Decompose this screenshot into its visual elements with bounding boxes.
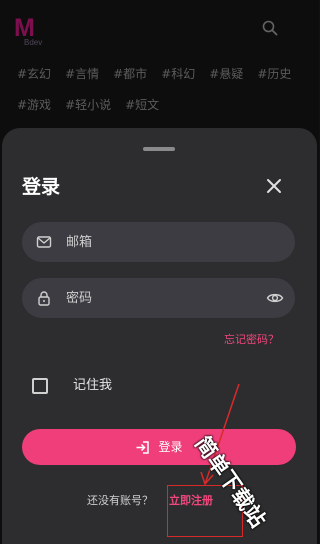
remember-me-label: 记住我	[73, 378, 113, 393]
remember-me: 记住我	[32, 378, 112, 394]
login-title: 登录	[22, 176, 61, 198]
login-arrow-icon	[136, 440, 150, 454]
login-sheet: 登录 忘记密码？ 记	[2, 128, 317, 544]
envelope-icon	[36, 236, 52, 248]
eye-icon[interactable]	[266, 289, 284, 307]
no-account-text: 还没有账号？	[87, 494, 153, 507]
screen: M Bdev #玄幻 #言情 #都市 #科幻 #悬疑 #历史 #游戏 #轻小说 …	[0, 0, 319, 544]
password-input[interactable]	[66, 278, 256, 318]
lock-icon	[38, 291, 50, 306]
remember-me-checkbox[interactable]	[32, 378, 48, 394]
email-input[interactable]	[66, 222, 256, 262]
password-field	[22, 278, 295, 318]
close-icon[interactable]	[264, 176, 284, 196]
forgot-password-link[interactable]: 忘记密码？	[224, 333, 279, 347]
login-button[interactable]: 登录	[22, 429, 296, 465]
login-button-label: 登录	[158, 440, 183, 454]
sheet-drag-handle[interactable]	[143, 147, 175, 151]
email-field	[22, 222, 295, 262]
